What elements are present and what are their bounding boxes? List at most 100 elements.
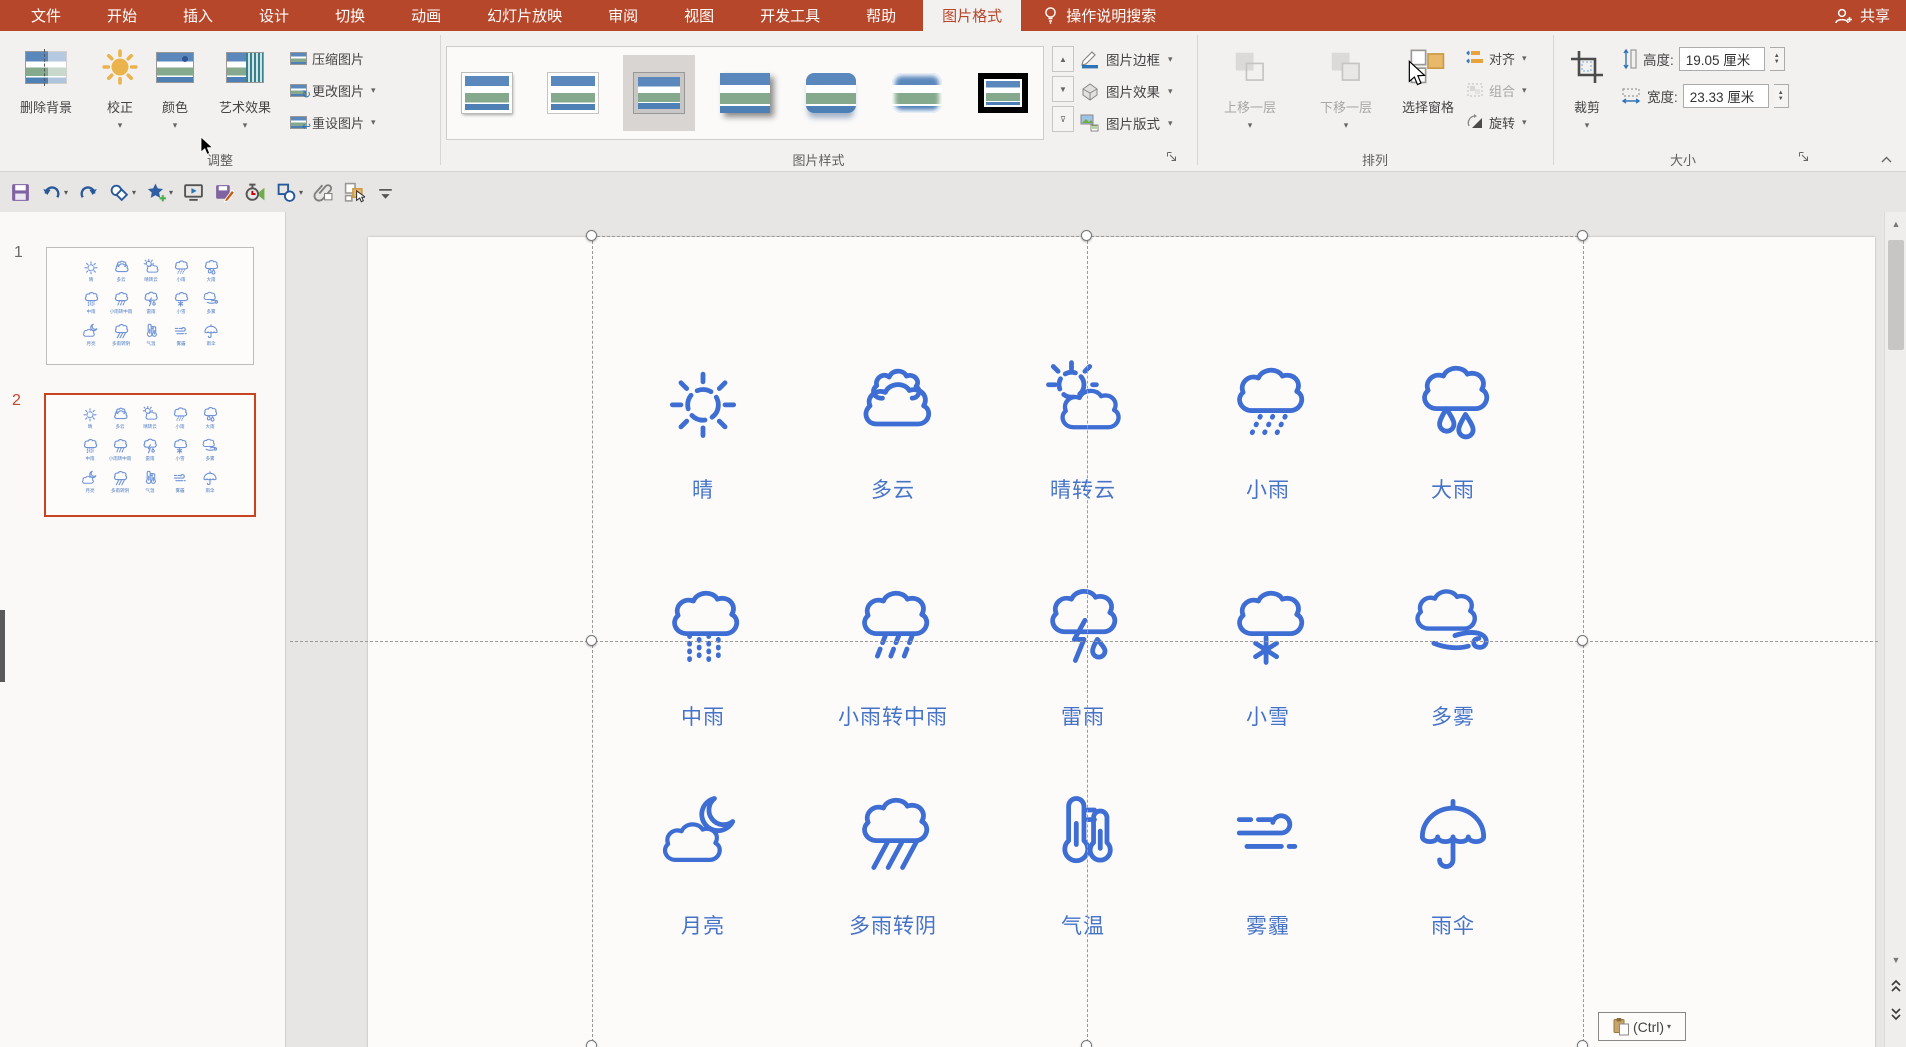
picture-effects-button[interactable]: 图片效果▾ [1080,81,1173,101]
redo-button[interactable] [76,178,101,206]
scroll-down-arrow[interactable]: ▼ [1888,950,1904,970]
slide-thumbnail-1[interactable]: 晴多云晴转云小雨大雨中雨小雨转中雨雷雨小雪多雾月亮多雨转阴气温雾霾雨伞 [46,247,254,365]
thumb-moon-icon [82,322,100,340]
selection-pane-button[interactable]: 选择窗格 [1394,36,1462,148]
previous-slide-button[interactable] [1888,976,1904,996]
resize-handle-middle-left[interactable] [586,635,597,646]
picture-border-button[interactable]: 图片边框▾ [1080,49,1173,69]
dropdown-arrow: ▾ [173,120,178,131]
send-backward-button[interactable]: 下移一层 ▾ [1300,36,1392,148]
size-dialog-launcher[interactable] [1798,151,1812,165]
favorite-star-button[interactable]: ▾ [144,178,175,206]
redo-icon [78,182,99,203]
picture-style-3[interactable] [623,55,695,131]
width-input[interactable]: 23.33 厘米 [1683,84,1769,108]
picture-style-4[interactable] [709,55,781,131]
resize-handle-top-right[interactable] [1577,230,1588,241]
start-slideshow-icon [183,182,204,203]
resize-handle-bottom-left[interactable] [586,1040,597,1047]
artistic-effects-button[interactable]: 艺术效果 ▾ [202,36,288,148]
collapse-ribbon-button[interactable] [1876,149,1896,169]
tab-图片格式[interactable]: 图片格式 [923,0,1021,31]
thumb-sun-cloud-icon [141,405,159,423]
vertical-scrollbar[interactable]: ▲ ▼ [1884,212,1906,1047]
thumb-weather-label: 多雾 [195,456,225,462]
share-button[interactable]: 共享 [1834,0,1890,31]
attachment-button[interactable] [311,178,336,206]
rotate-button[interactable]: 旋转▾ [1466,110,1527,134]
picture-layout-button[interactable]: 图片版式▾ [1080,113,1173,133]
tab-切换[interactable]: 切换 [316,0,384,31]
select-objects-button[interactable] [342,178,367,206]
paste-options-button[interactable]: (Ctrl) ▾ [1598,1012,1686,1041]
tab-动画[interactable]: 动画 [392,0,460,31]
rain-light-icon [1222,355,1314,447]
resize-handle-bottom-right[interactable] [1577,1040,1588,1047]
undo-button[interactable]: ▾ [39,178,70,206]
tab-幻灯片放映[interactable]: 幻灯片放映 [468,0,581,31]
save-button[interactable] [8,178,33,206]
selection-center-horizontal-guide [290,641,1878,642]
tab-文件[interactable]: 文件 [12,0,80,31]
weather-label: 小雨 [1193,474,1343,504]
height-spinner[interactable]: ▲▼ [1770,47,1785,71]
customize-more-button[interactable] [373,178,398,206]
rehearse-timings-button[interactable] [243,178,268,206]
draw-shape-button[interactable]: ▾ [107,178,138,206]
thumb-weather-label: 晴转云 [136,277,166,283]
crop-button[interactable]: 裁剪 ▾ [1560,36,1614,148]
bring-forward-button[interactable]: 上移一层 ▾ [1204,36,1296,148]
weather-label: 气温 [1008,910,1158,940]
thumb-weather-label: 多雨转阴 [105,488,135,494]
group-button[interactable]: 组合▾ [1466,78,1527,102]
resize-handle-top-center[interactable] [1081,230,1092,241]
thumb-weather-label: 小雪 [166,309,196,315]
group-label-picture-styles: 图片样式 [440,149,1197,169]
weather-label: 大雨 [1378,474,1528,504]
thumb-rain-heavy-icon [201,405,219,423]
artistic-effects-icon [226,43,264,91]
picture-style-1[interactable] [451,55,523,131]
compress-picture-button[interactable]: 压缩图片 [290,46,364,70]
width-spinner[interactable]: ▲▼ [1774,84,1789,108]
tab-视图[interactable]: 视图 [665,0,733,31]
resize-handle-top-left[interactable] [586,230,597,241]
picture-style-6[interactable] [881,55,953,131]
resize-handle-bottom-center[interactable] [1081,1040,1092,1047]
picture-style-7[interactable] [967,55,1039,131]
save-edit-button[interactable] [212,178,237,206]
tell-me-search[interactable]: 操作说明搜索 [1043,0,1156,31]
scrollbar-thumb[interactable] [1888,240,1904,350]
gallery-scroll-up[interactable]: ▲ [1052,46,1074,72]
tab-设计[interactable]: 设计 [240,0,308,31]
thumb-rain-light-icon [171,405,189,423]
corrections-button[interactable]: 校正 ▾ [92,36,148,148]
color-button[interactable]: 颜色 ▾ [150,36,200,148]
tab-插入[interactable]: 插入 [164,0,232,31]
shapes-button[interactable]: ▾ [274,178,305,206]
thumb-umbrella-icon [201,469,219,487]
gallery-scroll-down[interactable]: ▼ [1052,76,1074,102]
picture-style-2[interactable] [537,55,609,131]
start-slideshow-button[interactable] [181,178,206,206]
selection-pane-icon [1409,43,1447,91]
picture-styles-dialog-launcher[interactable] [1166,151,1180,165]
remove-background-button[interactable]: 删除背景 [4,36,88,148]
height-input[interactable]: 19.05 厘米 [1679,47,1765,71]
height-label: 高度: [1643,49,1674,69]
picture-style-5[interactable] [795,55,867,131]
tab-开始[interactable]: 开始 [88,0,156,31]
tab-审阅[interactable]: 审阅 [589,0,657,31]
resize-handle-middle-right[interactable] [1577,635,1588,646]
align-button[interactable]: 对齐▾ [1466,46,1527,70]
panel-scrollbar-thumb[interactable] [0,610,5,682]
change-picture-button[interactable]: ↻ 更改图片▾ [290,78,376,102]
weather-item-fog [1398,580,1508,672]
gallery-more-button[interactable]: ⊽ [1052,106,1074,132]
slide-thumbnail-2[interactable]: 晴多云晴转云小雨大雨中雨小雨转中雨雷雨小雪多雾月亮多雨转阴气温雾霾雨伞 [44,393,256,517]
scroll-up-arrow[interactable]: ▲ [1888,214,1904,234]
tab-开发工具[interactable]: 开发工具 [741,0,839,31]
tab-帮助[interactable]: 帮助 [847,0,915,31]
reset-picture-button[interactable]: ↩ 重设图片▾ [290,110,376,134]
next-slide-button[interactable] [1888,1004,1904,1024]
